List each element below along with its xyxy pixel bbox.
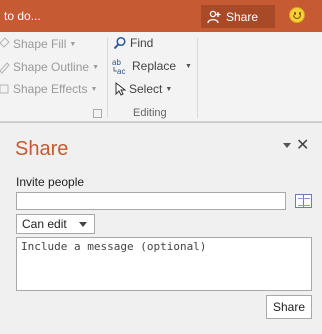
- address-book-icon[interactable]: [295, 194, 312, 208]
- share-top-button[interactable]: Share: [201, 5, 275, 28]
- pen-icon: [0, 62, 10, 74]
- invite-people-input[interactable]: [16, 192, 286, 210]
- paint-bucket-icon: [0, 37, 10, 48]
- editing-group-label: Editing: [133, 107, 167, 119]
- title-bar: to do... Share: [0, 0, 322, 32]
- share-button[interactable]: Share: [266, 295, 312, 319]
- shape-outline-label: Shape Outline: [13, 60, 90, 74]
- pane-title: Share: [15, 138, 69, 160]
- find-button[interactable]: Find: [113, 36, 153, 50]
- chevron-down-icon: [79, 222, 87, 227]
- ribbon-divider: [107, 38, 108, 118]
- pane-options-icon[interactable]: [283, 143, 291, 148]
- select-label: Select: [129, 82, 163, 96]
- close-icon[interactable]: ✕: [296, 135, 309, 155]
- share-pane: Share ✕ Invite people Can edit Include a…: [0, 122, 322, 334]
- permission-select[interactable]: Can edit: [16, 214, 95, 234]
- shape-effects-button[interactable]: Shape Effects ▼: [0, 82, 97, 96]
- svg-text:ab: ab: [112, 58, 121, 67]
- find-label: Find: [130, 36, 154, 50]
- shape-effects-label: Shape Effects: [13, 82, 88, 96]
- replace-label: Replace: [132, 59, 177, 73]
- message-placeholder: Include a message (optional): [21, 240, 207, 253]
- svg-text:ac: ac: [117, 67, 125, 75]
- ribbon-divider: [197, 38, 198, 118]
- invite-people-label: Invite people: [16, 175, 85, 189]
- cursor-arrow-icon: [115, 82, 126, 96]
- shape-fill-label: Shape Fill: [13, 37, 67, 51]
- chevron-down-icon: ▼: [185, 62, 192, 70]
- shape-outline-button[interactable]: Shape Outline ▼: [0, 60, 99, 74]
- chevron-down-icon: ▼: [90, 85, 98, 93]
- shape-effects-icon: [0, 84, 9, 94]
- shape-fill-button[interactable]: Shape Fill ▼: [0, 37, 76, 51]
- replace-icon: ab ac: [112, 58, 125, 75]
- chevron-down-icon: ▼: [165, 85, 173, 93]
- add-person-icon: [207, 10, 221, 23]
- magnifier-icon: [113, 36, 126, 50]
- select-button[interactable]: Select ▼: [114, 82, 172, 96]
- smiley-icon[interactable]: [289, 7, 305, 23]
- tell-me-search[interactable]: to do...: [4, 9, 41, 23]
- share-top-label: Share: [226, 9, 259, 24]
- chevron-down-icon: ▼: [92, 63, 99, 71]
- dialog-launcher-icon[interactable]: [93, 109, 102, 118]
- message-input[interactable]: Include a message (optional): [16, 237, 312, 291]
- replace-button[interactable]: ab ac Replace ▼: [112, 57, 192, 75]
- permission-value: Can edit: [22, 217, 67, 231]
- chevron-down-icon: ▼: [69, 40, 77, 48]
